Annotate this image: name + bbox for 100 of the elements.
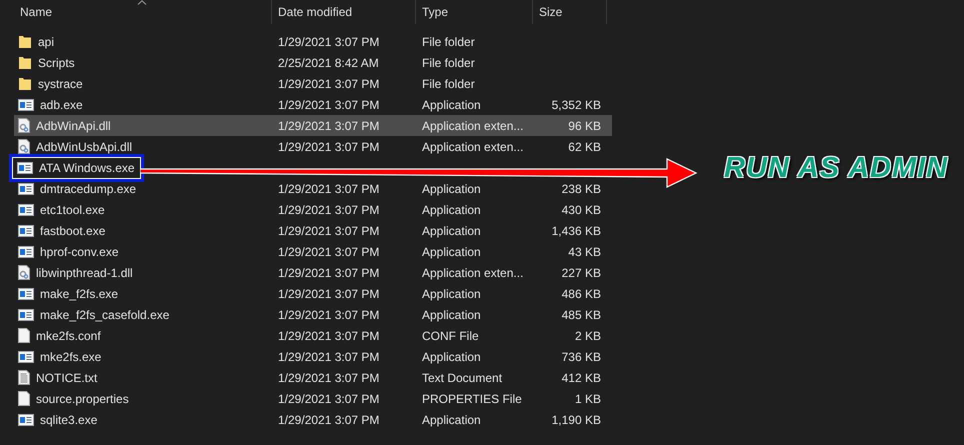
text-file-icon: [18, 370, 30, 385]
date-modified: 1/29/2021 3:07 PM: [277, 286, 380, 300]
column-header[interactable]: Name: [14, 0, 272, 24]
file-size: 1,190 KB: [550, 412, 602, 426]
file-row[interactable]: NOTICE.txt 1/29/2021 3:07 PM Text Document 412 KB: [14, 367, 612, 388]
file-row[interactable]: sqlite3.exe 1/29/2021 3:07 PM Application 1,190 KB: [14, 409, 612, 430]
date-modified: 2/25/2021 8:42 AM: [277, 56, 380, 70]
file-name[interactable]: dmtracedump.exe: [40, 182, 136, 196]
file-name[interactable]: api: [38, 34, 54, 48]
date-modified: 1/29/2021 3:07 PM: [277, 412, 380, 426]
file-type: Application: [421, 412, 482, 426]
file-size: 736 KB: [560, 350, 602, 364]
annotation-text: RUN AS ADMIN: [724, 152, 948, 185]
application-icon: [18, 414, 34, 426]
file-row[interactable]: hprof-conv.exe 1/29/2021 3:07 PM Application 43 KB: [14, 241, 612, 262]
application-icon: [18, 246, 34, 258]
file-row[interactable]: api 1/29/2021 3:07 PM File folder: [14, 31, 612, 52]
date-modified: 1/29/2021 3:07 PM: [277, 202, 380, 216]
date-modified: 1/29/2021 3:07 PM: [277, 118, 380, 132]
date-modified: 1/29/2021 3:07 PM: [277, 392, 380, 406]
file-name[interactable]: systrace: [38, 76, 83, 90]
application-icon: [18, 350, 34, 362]
file-name[interactable]: make_f2fs_casefold.exe: [40, 308, 170, 322]
file-name[interactable]: AdbWinUsbApi.dll: [36, 140, 132, 154]
file-row[interactable]: etc1tool.exe 1/29/2021 3:07 PM Application 430 KB: [14, 199, 612, 220]
application-icon: [18, 204, 34, 216]
file-name[interactable]: adb.exe: [40, 98, 83, 112]
column-header[interactable]: Type: [416, 0, 533, 24]
file-row[interactable]: libwinpthread-1.dll 1/29/2021 3:07 PM Application exten... 227 KB: [14, 262, 612, 283]
file-size: 43 KB: [567, 244, 602, 258]
file-name[interactable]: Scripts: [38, 56, 75, 70]
file-size: 1 KB: [574, 392, 602, 406]
file-type: Application: [421, 286, 482, 300]
file-row[interactable]: make_f2fs_casefold.exe 1/29/2021 3:07 PM Application 485 KB: [14, 304, 612, 325]
file-row[interactable]: fastboot.exe 1/29/2021 3:07 PM Application 1,436 KB: [14, 220, 612, 241]
file-type: Application exten...: [421, 140, 524, 154]
file-row[interactable]: source.properties 1/29/2021 3:07 PM PROPERTIES File 1 KB: [14, 388, 612, 409]
file-row[interactable]: Scripts 2/25/2021 8:42 AM File folder: [14, 52, 612, 73]
application-icon: [18, 182, 34, 194]
file-size: 62 KB: [567, 140, 602, 154]
file-row[interactable]: adb.exe 1/29/2021 3:07 PM Application 5,352 KB: [14, 94, 612, 115]
folder-icon: [18, 56, 32, 70]
file-type: Application: [421, 308, 482, 322]
file-size: 5,352 KB: [550, 98, 602, 112]
file-type: File folder: [421, 56, 476, 70]
file-type: File folder: [421, 76, 476, 90]
file-row[interactable]: AdbWinApi.dll 1/29/2021 3:07 PM Application exten... 96 KB: [14, 115, 612, 136]
file-name[interactable]: AdbWinApi.dll: [36, 118, 111, 132]
blank-file-icon: [18, 328, 30, 343]
file-row[interactable]: AdbWinUsbApi.dll 1/29/2021 3:07 PM Application exten... 62 KB: [14, 136, 612, 157]
file-type: Application: [421, 202, 482, 216]
file-type: CONF File: [421, 328, 480, 342]
file-name[interactable]: mke2fs.conf: [36, 328, 101, 342]
date-modified: 1/29/2021 3:07 PM: [277, 308, 380, 322]
file-name[interactable]: libwinpthread-1.dll: [36, 266, 133, 280]
file-name[interactable]: mke2fs.exe: [40, 350, 102, 364]
file-name[interactable]: fastboot.exe: [40, 224, 106, 238]
date-modified: 1/29/2021 3:07 PM: [277, 266, 380, 280]
file-row[interactable]: mke2fs.exe 1/29/2021 3:07 PM Application 736 KB: [14, 346, 612, 367]
file-size: 2 KB: [574, 328, 602, 342]
file-type: Application: [421, 98, 482, 112]
date-modified: 1/29/2021 3:07 PM: [277, 76, 380, 90]
blank-file-icon: [18, 391, 30, 406]
file-type: Application exten...: [421, 266, 524, 280]
file-type: File folder: [421, 34, 476, 48]
column-header[interactable]: Size: [533, 0, 607, 24]
date-modified: 1/29/2021 3:07 PM: [277, 328, 380, 342]
application-icon: [18, 308, 34, 320]
folder-icon: [18, 34, 32, 48]
date-modified: 1/29/2021 3:07 PM: [277, 350, 380, 364]
file-size: 227 KB: [560, 266, 602, 280]
file-row[interactable]: mke2fs.conf 1/29/2021 3:07 PM CONF File 2 KB: [14, 325, 612, 346]
application-icon: [18, 224, 34, 236]
file-type: Application: [421, 182, 482, 196]
date-modified: 1/29/2021 3:07 PM: [277, 34, 380, 48]
gear-file-icon: [18, 139, 30, 154]
file-size: 1,436 KB: [550, 224, 602, 238]
file-size: 430 KB: [560, 202, 602, 216]
column-header[interactable]: Date modified: [272, 0, 416, 24]
file-size: 485 KB: [560, 308, 602, 322]
file-name[interactable]: source.properties: [36, 392, 129, 406]
file-name[interactable]: sqlite3.exe: [40, 412, 98, 426]
file-name[interactable]: hprof-conv.exe: [40, 244, 118, 258]
date-modified: 1/29/2021 3:07 PM: [277, 182, 380, 196]
file-name[interactable]: etc1tool.exe: [40, 202, 105, 216]
file-row[interactable]: make_f2fs.exe 1/29/2021 3:07 PM Application 486 KB: [14, 283, 612, 304]
file-row[interactable]: dmtracedump.exe 1/29/2021 3:07 PM Application 238 KB: [14, 178, 612, 199]
date-modified: 1/29/2021 3:07 PM: [277, 370, 380, 384]
file-type: Text Document: [421, 370, 504, 384]
file-size: 96 KB: [567, 118, 602, 132]
file-type: PROPERTIES File: [421, 392, 523, 406]
file-type: Application: [421, 224, 482, 238]
file-name[interactable]: NOTICE.txt: [36, 370, 98, 384]
file-name[interactable]: ATA Windows.exe: [39, 160, 135, 174]
date-modified: 1/29/2021 3:07 PM: [277, 98, 380, 112]
application-icon: [18, 98, 34, 110]
file-size: 412 KB: [560, 370, 602, 384]
file-name[interactable]: make_f2fs.exe: [40, 286, 118, 300]
file-size: 238 KB: [560, 182, 602, 196]
file-row[interactable]: systrace 1/29/2021 3:07 PM File folder: [14, 73, 612, 94]
